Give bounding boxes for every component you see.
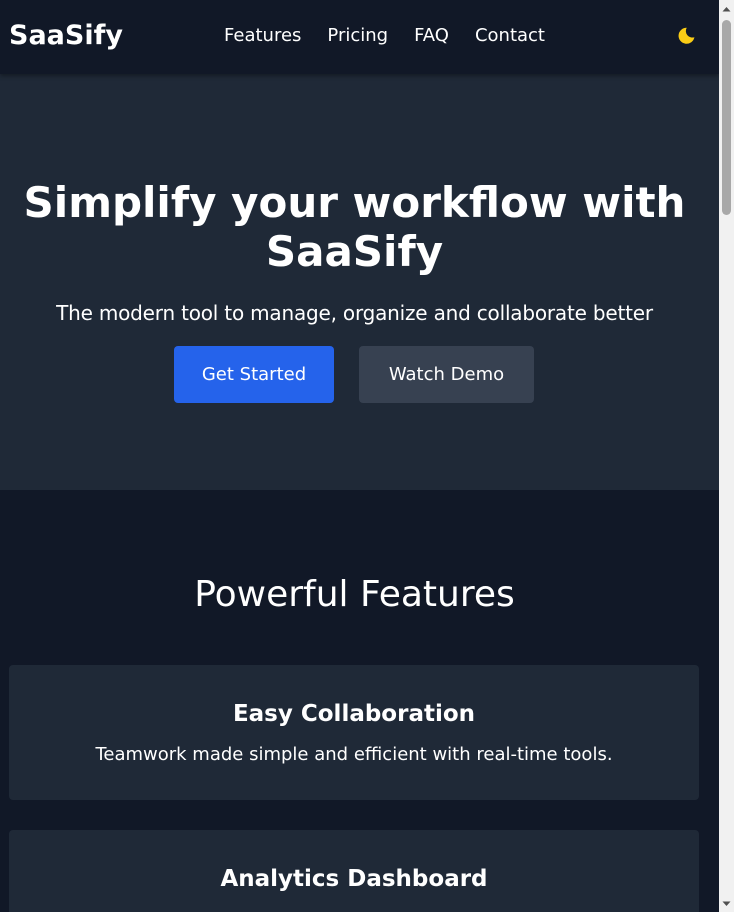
scrollbar-thumb[interactable] (722, 20, 731, 215)
features-heading: Powerful Features (194, 574, 515, 615)
nav-links: Features Pricing FAQ Contact (224, 24, 571, 48)
moon-icon (678, 27, 695, 44)
hero-title: Simplify your workflow with SaaSify (23, 178, 686, 276)
get-started-button[interactable]: Get Started (174, 346, 334, 403)
nav-link-contact[interactable]: Contact (475, 24, 545, 48)
hero-section: Simplify your workflow with SaaSify The … (0, 74, 719, 490)
hero-subtitle: The modern tool to manage, organize and … (56, 301, 653, 325)
feature-card-collaboration: Easy Collaboration Teamwork made simple … (9, 665, 699, 800)
theme-toggle-button[interactable] (672, 22, 700, 50)
feature-card-description: Teamwork made simple and efficient with … (95, 744, 613, 765)
nav-link-faq[interactable]: FAQ (414, 24, 449, 48)
scroll-down-arrow-icon[interactable] (719, 895, 734, 912)
brand-logo[interactable]: SaaSify (9, 19, 123, 53)
page: SaaSify Features Pricing FAQ Contact Sim… (0, 0, 719, 912)
scroll-up-arrow-icon[interactable] (719, 0, 734, 17)
browser-viewport: SaaSify Features Pricing FAQ Contact Sim… (0, 0, 734, 912)
nav-link-pricing[interactable]: Pricing (327, 24, 388, 48)
navbar: SaaSify Features Pricing FAQ Contact (0, 0, 719, 74)
feature-card-title: Easy Collaboration (232, 701, 476, 727)
feature-card-title: Analytics Dashboard (220, 866, 488, 892)
watch-demo-button[interactable]: Watch Demo (359, 346, 534, 403)
vertical-scrollbar[interactable] (719, 0, 734, 912)
nav-link-features[interactable]: Features (224, 24, 301, 48)
feature-card-analytics: Analytics Dashboard (9, 830, 699, 912)
